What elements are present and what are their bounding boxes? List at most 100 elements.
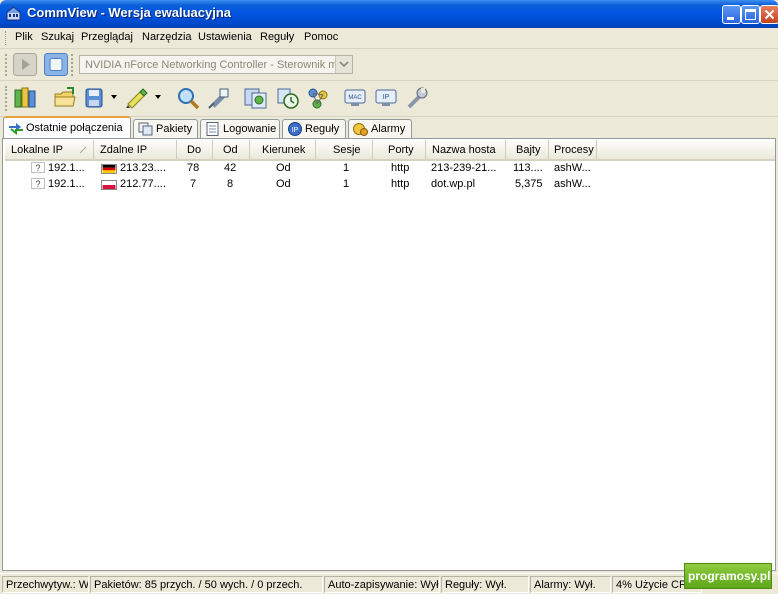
minimize-icon bbox=[727, 17, 734, 20]
cell-remote-ip: 212.77.... bbox=[120, 178, 166, 190]
tab-ostatnie-polaczenia[interactable]: Ostatnie połączenia bbox=[3, 116, 131, 138]
node-explorer-icon[interactable] bbox=[13, 86, 38, 110]
cell-process: ashW... bbox=[554, 162, 591, 174]
cell-remote-ip: 213.23.... bbox=[120, 162, 166, 174]
svg-text:MAC: MAC bbox=[348, 95, 362, 101]
menu-plik[interactable]: Plik bbox=[15, 31, 33, 43]
column-kierunek[interactable]: Kierunek bbox=[250, 140, 316, 159]
cell-from: 8 bbox=[227, 178, 234, 190]
cell-local-ip: 192.1... bbox=[48, 162, 85, 174]
rules-icon: IP bbox=[288, 122, 302, 136]
tab-label: Reguły bbox=[305, 123, 340, 135]
cell-bytes: 5,375 bbox=[515, 178, 543, 190]
column-sesje[interactable]: Sesje bbox=[316, 140, 373, 159]
unknown-host-icon: ? bbox=[31, 162, 45, 173]
search-icon[interactable] bbox=[176, 86, 200, 110]
save-icon[interactable] bbox=[84, 86, 106, 110]
tab-bar: Ostatnie połączenia Pakiety Logowanie IP… bbox=[0, 116, 778, 138]
column-procesy[interactable]: Procesy bbox=[549, 140, 597, 159]
menu-pomoc[interactable]: Pomoc bbox=[304, 31, 338, 43]
tab-label: Logowanie bbox=[223, 123, 277, 135]
highlight-icon[interactable] bbox=[124, 86, 150, 110]
watermark-text: programosy.pl bbox=[688, 569, 771, 583]
cell-ports: http bbox=[391, 178, 410, 190]
column-od[interactable]: Od bbox=[213, 140, 250, 159]
column-porty[interactable]: Porty bbox=[373, 140, 426, 159]
germany-flag-icon bbox=[101, 164, 117, 174]
toolbar-grip[interactable] bbox=[5, 86, 10, 111]
tab-label: Pakiety bbox=[156, 123, 193, 135]
connections-icon bbox=[9, 123, 23, 135]
svg-text:IP: IP bbox=[292, 127, 299, 134]
scheduler-icon[interactable] bbox=[276, 86, 300, 110]
toolbar-grip[interactable] bbox=[5, 54, 10, 76]
tab-label: Ostatnie połączenia bbox=[26, 122, 123, 134]
adapter-select[interactable]: NVIDIA nForce Networking Controller - St… bbox=[79, 55, 353, 74]
column-do[interactable]: Do bbox=[177, 140, 213, 159]
menu-reguly[interactable]: Reguły bbox=[260, 31, 294, 43]
wrench-icon[interactable] bbox=[404, 86, 430, 110]
column-label: Sesje bbox=[333, 144, 361, 156]
maximize-button[interactable] bbox=[741, 5, 760, 24]
save-dropdown-icon[interactable] bbox=[110, 93, 118, 101]
open-folder-icon[interactable] bbox=[53, 86, 77, 110]
menu-szukaj[interactable]: Szukaj bbox=[41, 31, 74, 43]
status-bar: Przechwytyw.: Wył. Pakietów: 85 przych. … bbox=[0, 573, 778, 594]
ip-aliases-icon[interactable]: IP bbox=[374, 86, 398, 110]
mac-aliases-icon[interactable]: MAC bbox=[343, 86, 367, 110]
tab-pakiety[interactable]: Pakiety bbox=[133, 119, 198, 138]
cell-to: 7 bbox=[190, 178, 197, 190]
title-bar[interactable]: CommView - Wersja ewaluacyjna bbox=[0, 0, 778, 28]
menu-bar: Plik Szukaj Przeglądaj Narzędzia Ustawie… bbox=[0, 28, 778, 49]
cell-hostname: dot.wp.pl bbox=[431, 178, 476, 190]
cell-local-ip: 192.1... bbox=[48, 178, 85, 190]
status-packets: Pakietów: 85 przych. / 50 wych. / 0 prze… bbox=[90, 576, 323, 593]
status-alarms: Alarmy: Wył. bbox=[530, 576, 611, 593]
watermark-badge: programosy.pl bbox=[684, 563, 772, 589]
tab-alarmy[interactable]: Alarmy bbox=[348, 119, 412, 138]
tab-reguly[interactable]: IP Reguły bbox=[282, 119, 346, 138]
column-label: Do bbox=[187, 144, 202, 156]
connections-list[interactable]: Lokalne IP Zdalne IP Do Od Kierunek Sesj… bbox=[2, 138, 776, 571]
adapter-dropdown-arrow[interactable] bbox=[335, 56, 352, 73]
menu-narzedzia[interactable]: Narzędzia bbox=[142, 31, 192, 43]
close-button[interactable] bbox=[760, 5, 778, 24]
status-rules: Reguły: Wył. bbox=[441, 576, 529, 593]
packet-generator-icon[interactable] bbox=[207, 86, 231, 110]
cell-hostname: 213-239-21... bbox=[431, 162, 497, 174]
sort-arrow-icon bbox=[79, 146, 87, 154]
column-bajty[interactable]: Bajty bbox=[506, 140, 549, 159]
alarms-icon bbox=[353, 123, 368, 136]
status-capture-text: Przechwytyw.: Wył. bbox=[6, 579, 89, 591]
poland-flag-icon bbox=[101, 180, 117, 190]
table-row[interactable]: ? 192.1... 212.77.... 7 8 Od 1 http dot.… bbox=[5, 176, 775, 192]
window-title: CommView - Wersja ewaluacyjna bbox=[27, 5, 231, 20]
column-label: Lokalne IP bbox=[11, 144, 63, 156]
column-label: Od bbox=[223, 144, 238, 156]
minimize-button[interactable] bbox=[722, 5, 741, 24]
column-zdalne-ip[interactable]: Zdalne IP bbox=[94, 140, 177, 159]
status-capture: Przechwytyw.: Wył. bbox=[2, 576, 89, 593]
cell-ports: http bbox=[391, 162, 410, 174]
tab-logowanie[interactable]: Logowanie bbox=[200, 119, 280, 138]
start-capture-icon[interactable] bbox=[13, 53, 37, 76]
highlight-dropdown-icon[interactable] bbox=[154, 93, 162, 101]
menu-ustawienia[interactable]: Ustawienia bbox=[198, 31, 252, 43]
status-alarms-text: Alarmy: Wył. bbox=[534, 579, 596, 591]
tools-toolbar: MAC IP bbox=[0, 81, 778, 117]
toolbar-grip[interactable] bbox=[71, 54, 76, 76]
menu-grip[interactable] bbox=[5, 31, 9, 45]
statistics-icon[interactable] bbox=[306, 86, 330, 110]
maximize-icon bbox=[745, 9, 756, 20]
menu-przegladaj[interactable]: Przeglądaj bbox=[81, 31, 133, 43]
packets-icon bbox=[138, 122, 153, 136]
reconstruct-tcp-icon[interactable] bbox=[243, 86, 269, 110]
app-icon[interactable] bbox=[6, 6, 21, 21]
column-nazwa-hosta[interactable]: Nazwa hosta bbox=[426, 140, 506, 159]
status-autosave: Auto-zapisywanie: Wył. bbox=[324, 576, 440, 593]
table-row[interactable]: ? 192.1... 213.23.... 78 42 Od 1 http 21… bbox=[5, 160, 775, 176]
stop-capture-icon[interactable] bbox=[44, 53, 68, 76]
cell-from: 42 bbox=[224, 162, 237, 174]
column-lokalne-ip[interactable]: Lokalne IP bbox=[5, 140, 94, 159]
column-label: Zdalne IP bbox=[100, 144, 148, 156]
